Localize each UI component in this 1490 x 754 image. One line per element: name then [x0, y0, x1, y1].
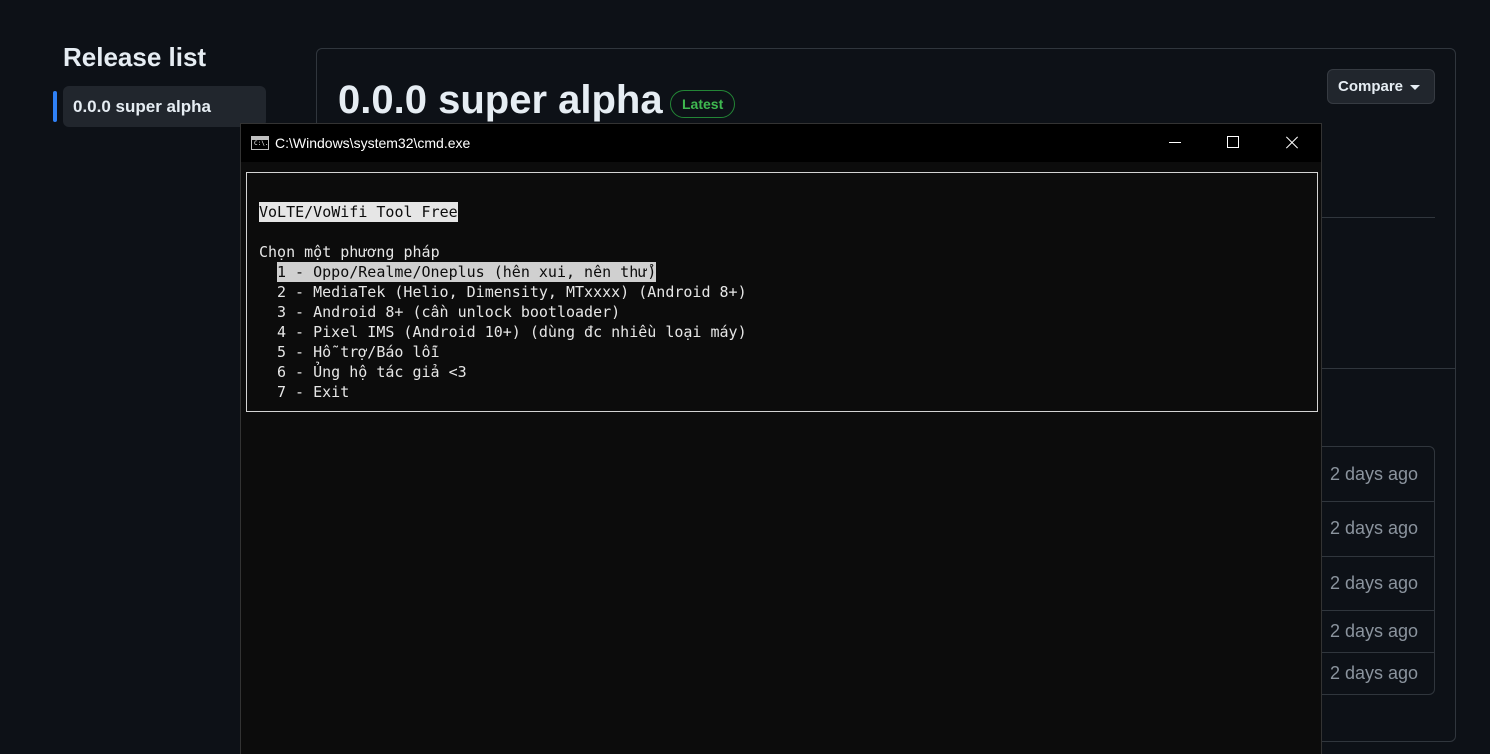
asset-row-time: 2 days ago	[1330, 663, 1419, 683]
asset-row-time: 2 days ago	[1330, 573, 1419, 593]
menu-option[interactable]: 1 - Oppo/Realme/Oneplus (hên xui, nên th…	[277, 262, 657, 282]
asset-row-time: 2 days ago	[1330, 464, 1419, 484]
maximize-icon[interactable]	[1204, 124, 1262, 162]
cmd-window[interactable]: C:\. C:\Windows\system32\cmd.exe VoLTE/V…	[240, 123, 1322, 754]
menu-option[interactable]: 7 - Exit	[277, 382, 349, 402]
sidebar-item-release[interactable]: 0.0.0 super alpha	[63, 86, 266, 127]
menu-option[interactable]: 2 - MediaTek (Helio, Dimensity, MTxxxx) …	[277, 282, 747, 302]
caret-down-icon	[1410, 85, 1420, 90]
compare-button-label: Compare	[1338, 78, 1404, 95]
cmd-titlebar[interactable]: C:\. C:\Windows\system32\cmd.exe	[241, 124, 1321, 162]
asset-divider	[1322, 556, 1435, 557]
asset-divider	[1322, 501, 1435, 502]
menu-option[interactable]: 5 - Hỗ trợ/Báo lỗi	[277, 342, 440, 362]
asset-row-time: 2 days ago	[1330, 518, 1419, 538]
minimize-icon[interactable]	[1146, 124, 1204, 162]
console-prompt: Chọn một phương pháp	[259, 243, 440, 261]
compare-button[interactable]: Compare	[1327, 69, 1435, 104]
console-banner: VoLTE/VoWifi Tool Free	[259, 202, 458, 222]
active-item-marker	[53, 91, 57, 122]
page: Release list 0.0.0 super alpha 0.0.0 sup…	[0, 0, 1490, 754]
sidebar-title: Release list	[63, 42, 207, 72]
section-divider	[1322, 368, 1455, 369]
menu-option[interactable]: 3 - Android 8+ (cần unlock bootloader)	[277, 302, 620, 322]
asset-row-time: 2 days ago	[1330, 621, 1419, 641]
section-divider	[1322, 217, 1435, 218]
menu-option[interactable]: 6 - Ủng hộ tác giả <3	[277, 362, 467, 382]
menu-option[interactable]: 4 - Pixel IMS (Android 10+) (dùng đc nhi…	[277, 322, 747, 342]
release-title[interactable]: 0.0.0 super alpha	[338, 78, 663, 123]
cmd-app-icon[interactable]: C:\.	[251, 136, 269, 150]
asset-divider	[1322, 652, 1435, 653]
cmd-icon-glyph: C:\.	[254, 140, 269, 147]
cmd-window-title: C:\Windows\system32\cmd.exe	[275, 135, 471, 151]
close-icon[interactable]	[1262, 124, 1320, 162]
asset-divider	[1322, 610, 1435, 611]
latest-badge: Latest	[670, 90, 736, 118]
